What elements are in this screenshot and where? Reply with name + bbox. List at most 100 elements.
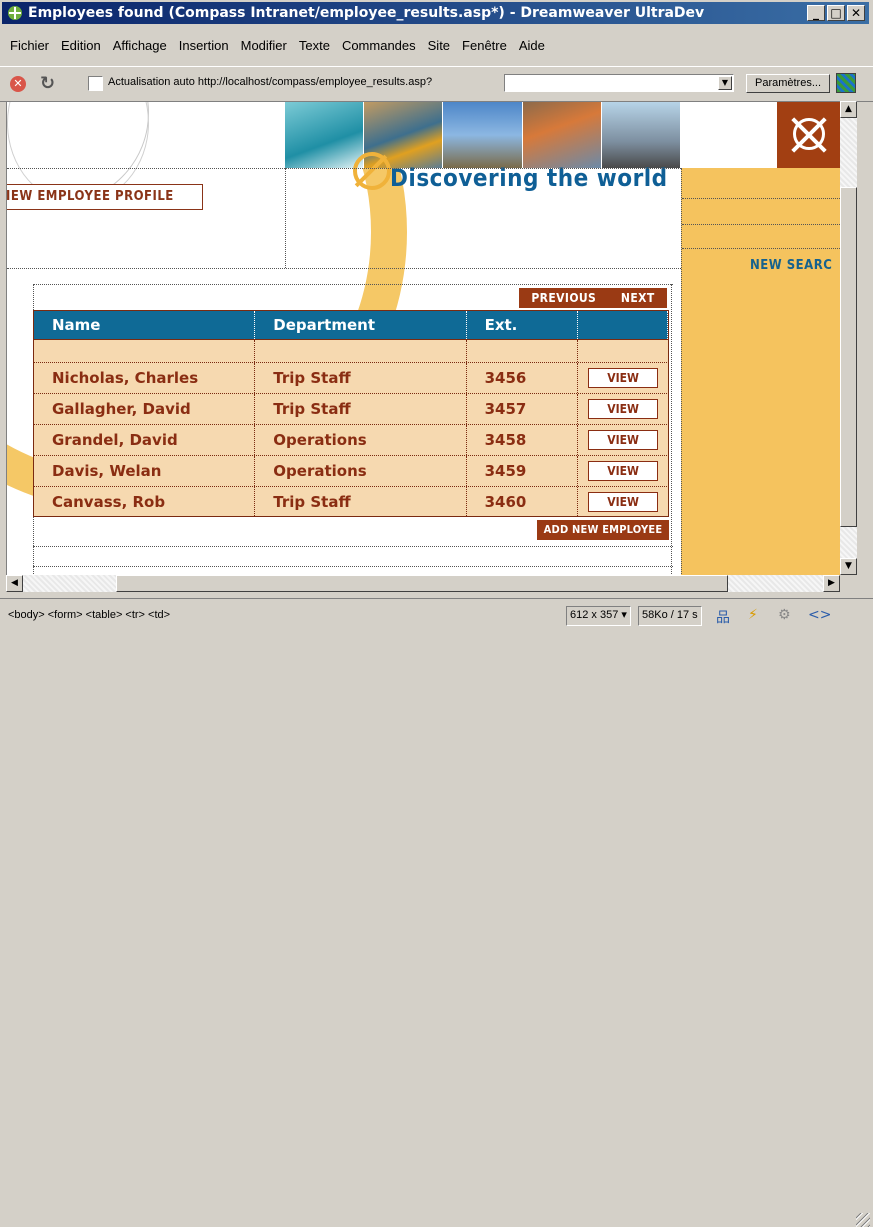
layout-guide bbox=[7, 268, 681, 269]
employee-ext: 3458 bbox=[467, 425, 579, 455]
maximize-icon: □ bbox=[830, 6, 842, 20]
view-button[interactable]: VIEW bbox=[588, 399, 659, 419]
live-data-settings-icon[interactable] bbox=[836, 73, 856, 93]
status-bar: <body> <form> <table> <tr> <td> 612 x 35… bbox=[0, 598, 873, 1227]
menu-fenetre[interactable]: Fenêtre bbox=[456, 38, 513, 58]
view-button[interactable]: VIEW bbox=[588, 491, 659, 512]
spacer-cell bbox=[255, 340, 467, 362]
scrollbar-corner bbox=[840, 575, 857, 592]
employee-name: Nicholas, Charles bbox=[34, 363, 256, 393]
spacer-cell bbox=[34, 340, 256, 362]
table-row: Nicholas, Charles Trip Staff 3456 VIEW bbox=[33, 362, 669, 393]
code-icon[interactable]: <> bbox=[808, 607, 831, 623]
surfing-photo bbox=[285, 102, 365, 168]
close-button[interactable]: ✕ bbox=[847, 5, 865, 21]
previous-link[interactable]: PREVIOUS bbox=[531, 291, 596, 305]
title-bar[interactable]: Employees found (Compass Intranet/employ… bbox=[2, 2, 869, 24]
download-time: 58Ko / 17 s bbox=[638, 606, 702, 626]
column-header-department: Department bbox=[255, 311, 467, 339]
layout-guide bbox=[33, 566, 673, 567]
auto-refresh-checkbox[interactable] bbox=[88, 76, 103, 91]
employee-department: Operations bbox=[255, 456, 467, 486]
action-cell: VIEW bbox=[578, 394, 668, 424]
table-spacer-row bbox=[33, 340, 669, 362]
stop-icon[interactable]: ✕ bbox=[10, 76, 26, 92]
menu-edition[interactable]: Edition bbox=[55, 38, 107, 58]
column-header-name: Name bbox=[34, 311, 256, 339]
employee-department: Trip Staff bbox=[255, 363, 467, 393]
menu-insertion[interactable]: Insertion bbox=[173, 38, 235, 58]
window-size-value: 612 x 357 bbox=[570, 609, 619, 621]
column-header-ext: Ext. bbox=[467, 311, 579, 339]
document-view[interactable]: IEW EMPLOYEE PROFILE Discovering the wor… bbox=[6, 101, 841, 576]
employee-ext: 3459 bbox=[467, 456, 579, 486]
view-button[interactable]: VIEW bbox=[588, 461, 659, 481]
column-header-action bbox=[578, 311, 669, 339]
refresh-icon[interactable]: ↻ bbox=[40, 73, 55, 94]
compass-logo-tile bbox=[777, 102, 841, 168]
auto-refresh-label: Actualisation auto bbox=[108, 76, 195, 88]
minimize-icon: _ bbox=[813, 6, 819, 20]
employee-ext: 3460 bbox=[467, 487, 579, 516]
lightning-icon[interactable]: ⚡ bbox=[748, 607, 758, 623]
scroll-down-icon[interactable]: ▼ bbox=[840, 558, 857, 575]
globe-logo-icon bbox=[353, 152, 391, 190]
view-button[interactable]: VIEW bbox=[588, 368, 659, 388]
view-button[interactable]: VIEW bbox=[588, 430, 659, 450]
employee-department: Operations bbox=[255, 425, 467, 455]
action-cell: VIEW bbox=[578, 425, 668, 455]
layout-guide bbox=[33, 284, 673, 285]
vertical-scroll-thumb[interactable] bbox=[840, 187, 857, 527]
layout-guide bbox=[285, 168, 286, 268]
employee-results-table: Name Department Ext. Nicholas, Charles T… bbox=[33, 310, 669, 517]
menu-fichier[interactable]: Fichier bbox=[4, 38, 55, 58]
sidebar-divider bbox=[682, 198, 841, 199]
spacer-cell bbox=[578, 340, 668, 362]
maximize-button[interactable]: □ bbox=[827, 5, 845, 21]
site-map-icon[interactable]: 品 bbox=[716, 607, 730, 627]
horizontal-scroll-thumb[interactable] bbox=[116, 575, 728, 592]
url-prefix: http://localhost/compass/employee_result… bbox=[197, 76, 433, 88]
sidebar-divider bbox=[682, 248, 841, 249]
parameters-button[interactable]: Paramètres... bbox=[746, 74, 830, 93]
window-size-selector[interactable]: 612 x 357 ▾ bbox=[566, 606, 631, 626]
scroll-left-icon[interactable]: ◀ bbox=[6, 575, 23, 592]
next-link[interactable]: NEXT bbox=[621, 291, 655, 305]
table-row: Canvass, Rob Trip Staff 3460 VIEW bbox=[33, 486, 669, 517]
menu-affichage[interactable]: Affichage bbox=[107, 38, 173, 58]
behaviors-icon[interactable]: ⚙ bbox=[778, 607, 791, 623]
action-cell: VIEW bbox=[578, 363, 668, 393]
add-new-employee-button[interactable]: ADD NEW EMPLOYEE bbox=[537, 520, 669, 540]
action-cell: VIEW bbox=[578, 456, 668, 486]
employee-ext: 3457 bbox=[467, 394, 579, 424]
vertical-scrollbar[interactable]: ▲ ▼ bbox=[840, 101, 857, 575]
menu-modifier[interactable]: Modifier bbox=[235, 38, 293, 58]
employee-name: Canvass, Rob bbox=[34, 487, 256, 516]
window-title: Employees found (Compass Intranet/employ… bbox=[28, 5, 705, 21]
new-search-link[interactable]: NEW SEARC bbox=[750, 258, 832, 273]
table-row: Gallagher, David Trip Staff 3457 VIEW bbox=[33, 393, 669, 424]
employee-department: Trip Staff bbox=[255, 394, 467, 424]
tag-selector[interactable]: <body> <form> <table> <tr> <td> bbox=[8, 609, 170, 621]
menu-aide[interactable]: Aide bbox=[513, 38, 551, 58]
close-icon: ✕ bbox=[850, 6, 862, 20]
minimize-button[interactable]: _ bbox=[807, 5, 825, 21]
chevron-down-icon[interactable]: ▼ bbox=[718, 76, 732, 90]
employee-profile-heading: IEW EMPLOYEE PROFILE bbox=[7, 184, 203, 210]
employee-name: Davis, Welan bbox=[34, 456, 256, 486]
horizontal-scrollbar[interactable]: ◀ ▶ bbox=[6, 575, 840, 592]
menu-site[interactable]: Site bbox=[422, 38, 456, 58]
action-cell: VIEW bbox=[578, 487, 668, 516]
url-parameters-input[interactable]: ▼ bbox=[504, 74, 734, 92]
scroll-up-icon[interactable]: ▲ bbox=[840, 101, 857, 118]
auto-refresh-line: Actualisation auto http://localhost/comp… bbox=[108, 76, 432, 88]
menu-commandes[interactable]: Commandes bbox=[336, 38, 422, 58]
biking-photo bbox=[443, 102, 523, 168]
layout-guide bbox=[33, 546, 673, 547]
scroll-right-icon[interactable]: ▶ bbox=[823, 575, 840, 592]
table-row: Davis, Welan Operations 3459 VIEW bbox=[33, 455, 669, 486]
resize-grip-icon[interactable] bbox=[856, 1213, 870, 1227]
dreamweaver-app-icon bbox=[8, 6, 22, 20]
employee-name: Grandel, David bbox=[34, 425, 256, 455]
menu-texte[interactable]: Texte bbox=[293, 38, 336, 58]
